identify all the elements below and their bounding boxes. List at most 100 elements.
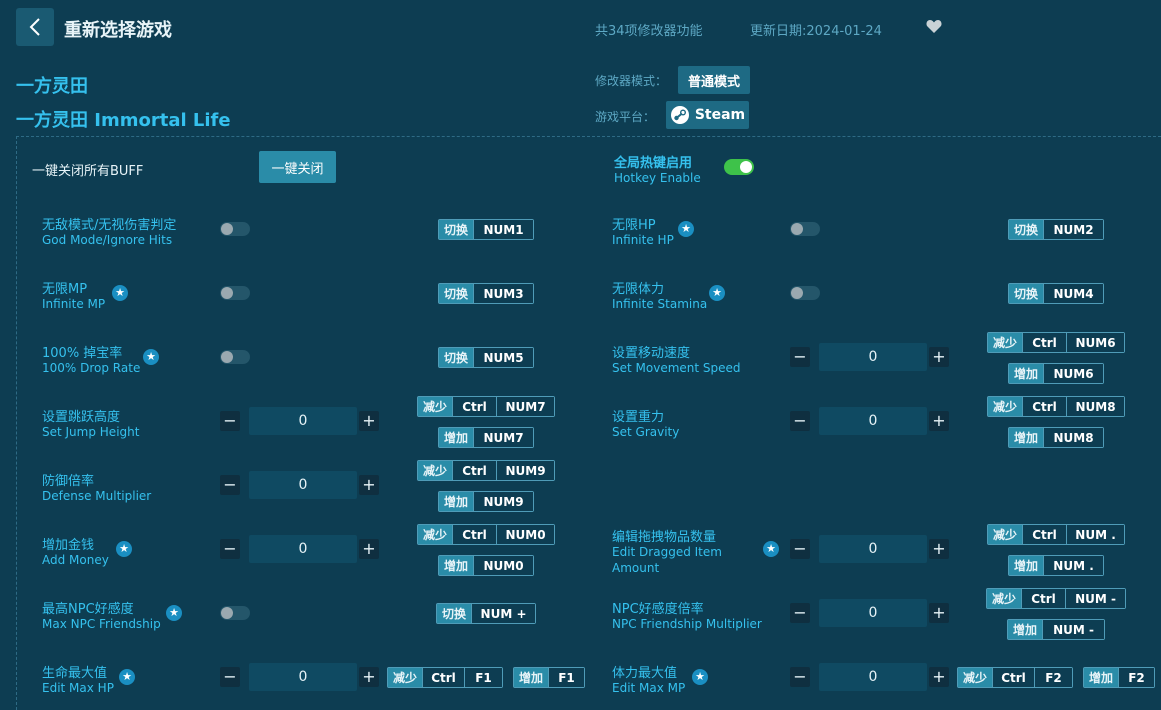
hotkey-enable-toggle[interactable] (724, 159, 754, 175)
defense-multiplier-input[interactable]: 0 (249, 471, 357, 499)
close-all-button[interactable]: 一键关闭 (259, 151, 336, 183)
decrease-button[interactable]: − (790, 411, 810, 431)
hotkey-chip-increase: 增加 F1 (513, 667, 586, 688)
feature-label-cn: 体力最大值 (612, 666, 678, 681)
feature-label-en: NPC Friendship Multiplier (612, 617, 762, 631)
feature-label-en: Max NPC Friendship (42, 617, 161, 631)
increase-button[interactable]: + (359, 667, 379, 687)
decrease-button[interactable]: − (220, 539, 240, 559)
feature-label-cn: 生命最大值 (42, 666, 108, 681)
decrease-button[interactable]: − (790, 539, 810, 559)
increase-button[interactable]: + (929, 603, 949, 623)
infinite-mp-toggle[interactable] (220, 286, 250, 300)
feature-label-cn: 无敌模式/无视伤害判定 (42, 218, 177, 233)
jump-height-input[interactable]: 0 (249, 407, 357, 435)
star-icon: ★ (116, 541, 132, 557)
hotkey-chip-decrease: 减少 Ctrl F1 (387, 667, 504, 688)
star-icon: ★ (692, 669, 708, 685)
movement-speed-input[interactable]: 0 (819, 343, 927, 371)
increase-button[interactable]: + (929, 667, 949, 687)
increase-button[interactable]: + (359, 475, 379, 495)
feature-label-en: Infinite MP (42, 297, 106, 311)
hotkey-chip: 切换 NUM + (436, 603, 537, 624)
star-icon: ★ (709, 285, 725, 301)
hotkey-chip-increase: 增加 F2 (1083, 667, 1156, 688)
page-title: 重新选择游戏 (64, 20, 172, 41)
feature-label-en: Infinite HP (612, 233, 674, 247)
hotkey-chip-increase: 增加 NUM - (1007, 619, 1106, 640)
feature-label-en: Edit Dragged Item (612, 545, 722, 559)
mode-button[interactable]: 普通模式 (678, 66, 750, 94)
steam-icon (670, 106, 689, 124)
decrease-button[interactable]: − (220, 411, 240, 431)
heart-icon (926, 20, 942, 33)
add-money-input[interactable]: 0 (249, 535, 357, 563)
hotkey-chip-increase: 增加 NUM0 (438, 555, 535, 576)
hotkey-chip-increase: 增加 NUM7 (438, 427, 535, 448)
increase-button[interactable]: + (359, 539, 379, 559)
hotkey-chip: 切换 NUM1 (438, 219, 535, 240)
feature-label-en: Set Movement Speed (612, 361, 741, 375)
decrease-button[interactable]: − (790, 667, 810, 687)
star-icon: ★ (112, 285, 128, 301)
feature-label-cn: NPC好感度倍率 (612, 602, 704, 617)
chevron-left-icon (29, 18, 40, 36)
god-mode-toggle[interactable] (220, 222, 250, 236)
hotkey-enable-label-cn: 全局热键启用 (614, 156, 693, 171)
increase-button[interactable]: + (929, 347, 949, 367)
increase-button[interactable]: + (929, 539, 949, 559)
decrease-button[interactable]: − (220, 667, 240, 687)
star-icon: ★ (763, 541, 779, 557)
max-npc-friendship-toggle[interactable] (220, 606, 250, 620)
npc-friendship-multiplier-input[interactable]: 0 (819, 599, 927, 627)
max-hp-input[interactable]: 0 (249, 663, 357, 691)
feature-label-en: Defense Multiplier (42, 489, 152, 503)
feature-label-en-line2: Amount (612, 561, 660, 575)
star-icon: ★ (166, 605, 182, 621)
feature-label-cn: 无限HP (612, 218, 656, 233)
feature-label-cn: 编辑拖拽物品数量 (612, 530, 717, 545)
hotkey-chip: 切换 NUM5 (438, 347, 535, 368)
platform-button[interactable]: Steam (666, 101, 749, 129)
star-icon: ★ (119, 669, 135, 685)
feature-label-en: Infinite Stamina (612, 297, 708, 311)
back-button[interactable] (16, 8, 54, 46)
feature-label-cn: 防御倍率 (42, 474, 95, 489)
star-icon: ★ (143, 349, 159, 365)
decrease-button[interactable]: − (220, 475, 240, 495)
decrease-button[interactable]: − (790, 603, 810, 623)
hotkey-chip-decrease: 减少 Ctrl NUM . (987, 524, 1126, 545)
hotkey-enable-label-en: Hotkey Enable (614, 171, 701, 185)
infinite-stamina-toggle[interactable] (790, 286, 820, 300)
hotkey-chip: 切换 NUM2 (1008, 219, 1105, 240)
decrease-button[interactable]: − (790, 347, 810, 367)
dragged-item-amount-input[interactable]: 0 (819, 535, 927, 563)
feature-label-en: 100% Drop Rate (42, 361, 141, 375)
hotkey-chip: 切换 NUM3 (438, 283, 535, 304)
feature-label-cn: 增加金钱 (42, 538, 95, 553)
feature-label-en: Add Money (42, 553, 109, 567)
max-mp-input[interactable]: 0 (819, 663, 927, 691)
hotkey-chip-decrease: 减少 Ctrl NUM9 (417, 460, 556, 481)
infinite-hp-toggle[interactable] (790, 222, 820, 236)
favorite-button[interactable] (926, 19, 942, 38)
gravity-input[interactable]: 0 (819, 407, 927, 435)
hotkey-chip-increase: 增加 NUM6 (1008, 363, 1105, 384)
hotkey-chip-decrease: 减少 Ctrl NUM0 (417, 524, 556, 545)
hotkey-chip-decrease: 减少 Ctrl NUM8 (987, 396, 1126, 417)
increase-button[interactable]: + (929, 411, 949, 431)
feature-label-en: Set Jump Height (42, 425, 140, 439)
feature-label-cn: 最高NPC好感度 (42, 602, 134, 617)
star-icon: ★ (678, 221, 694, 237)
hotkey-chip-decrease: 减少 Ctrl F2 (957, 667, 1074, 688)
feature-label-cn: 设置重力 (612, 410, 665, 425)
hotkey-chip-decrease: 减少 Ctrl NUM7 (417, 396, 556, 417)
feature-label-cn: 无限体力 (612, 282, 665, 297)
increase-button[interactable]: + (359, 411, 379, 431)
mode-label: 修改器模式： (595, 74, 668, 88)
hotkey-chip: 切换 NUM4 (1008, 283, 1105, 304)
drop-rate-toggle[interactable] (220, 350, 250, 364)
game-name-en: 一方灵田 Immortal Life (16, 110, 231, 131)
platform-label: 游戏平台： (595, 110, 656, 124)
feature-label-en: God Mode/Ignore Hits (42, 233, 173, 247)
